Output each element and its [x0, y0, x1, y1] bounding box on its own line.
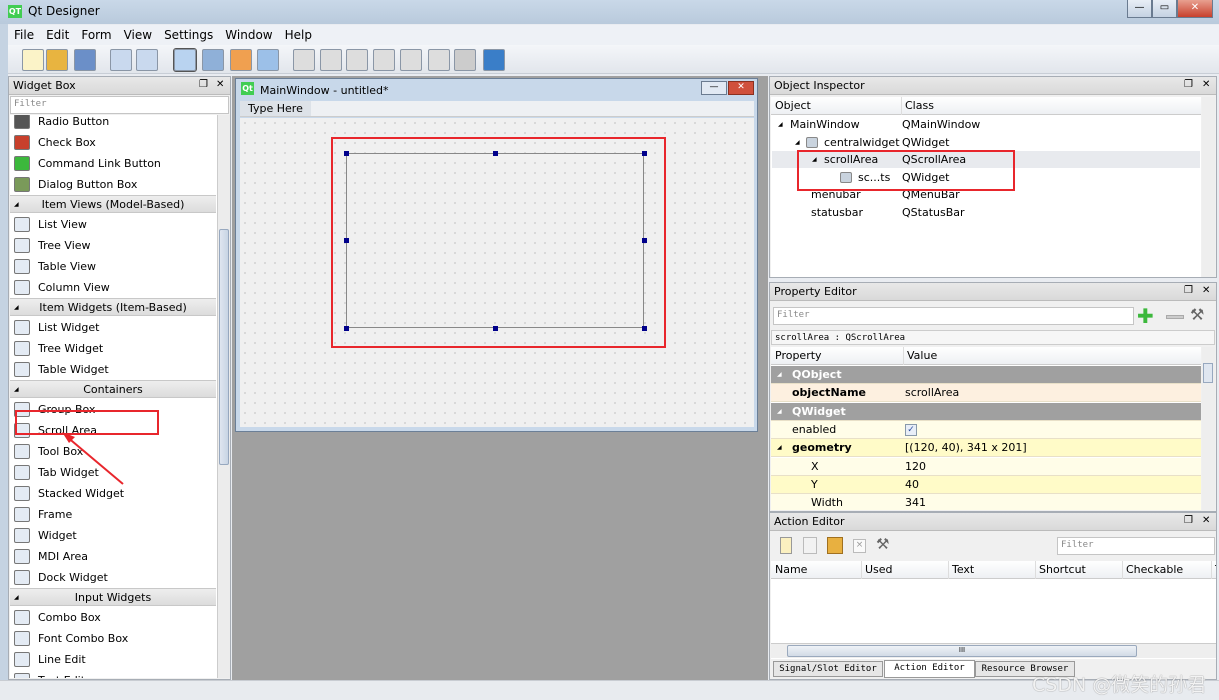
- annotation-arrow: [62, 432, 124, 485]
- watermark: CSDN @微笑的孙君: [1032, 674, 1207, 696]
